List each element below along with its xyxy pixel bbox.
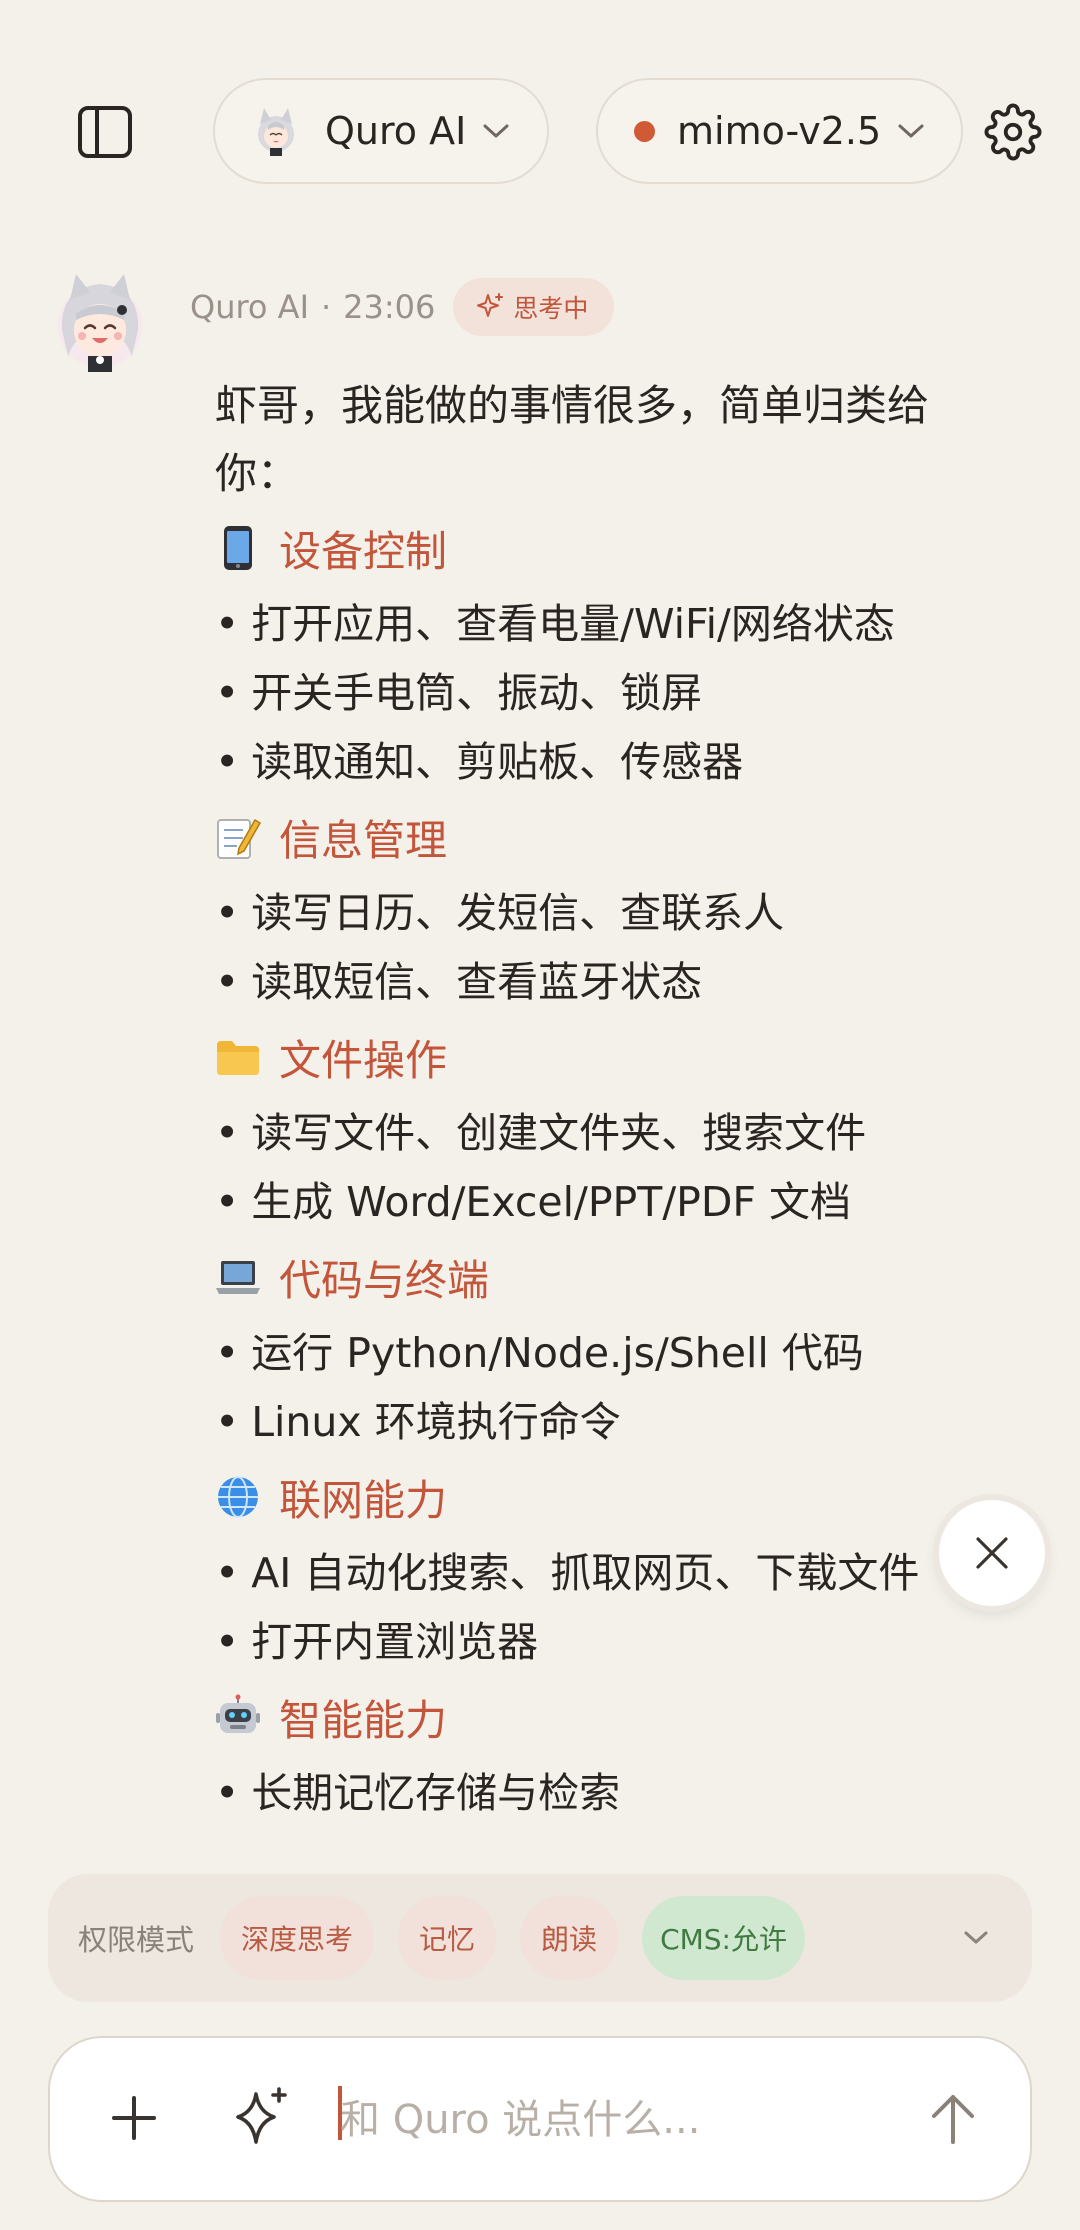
chevron-down-icon: [897, 122, 925, 140]
list-item-text: 打开应用、查看电量/WiFi/网络状态: [251, 600, 895, 648]
message-body: 虾哥，我能做的事情很多，简单归类给你： 设备控制 • 打开应用、查看电量/WiFi/…: [215, 372, 975, 1828]
message-input[interactable]: [340, 2078, 860, 2162]
memo-icon: [215, 814, 261, 860]
section-heading: 智能能力: [215, 1685, 975, 1749]
sparkle-icon: [236, 2087, 287, 2144]
options-bar: 权限模式 深度思考 记忆 朗读 CMS:允许: [48, 1874, 1032, 2002]
settings-button[interactable]: [984, 103, 1042, 161]
list-item: • 运行 Python/Node.js/Shell 代码: [215, 1319, 975, 1388]
chevron-down-icon: [964, 1931, 988, 1944]
sidebar-toggle-button[interactable]: [76, 103, 134, 161]
list-item: • 读写日历、发短信、查联系人: [215, 879, 975, 948]
section-heading: 文件操作: [215, 1025, 975, 1089]
list-item: • 长期记忆存储与检索: [215, 1759, 975, 1828]
plus-icon: [112, 2096, 156, 2140]
list-item: • 读取通知、剪贴板、传感器: [215, 728, 975, 797]
message-meta: Quro AI · 23:06 思考中: [190, 278, 615, 336]
agent-avatar: [258, 108, 294, 156]
section-heading: 联网能力: [215, 1465, 975, 1529]
list-item: • 打开内置浏览器: [215, 1608, 975, 1677]
capability-sections: 设备控制 • 打开应用、查看电量/WiFi/网络状态 • 开关手电筒、振动、锁屏 • 读取通…: [215, 516, 975, 1828]
list-item-text: 打开内置浏览器: [251, 1618, 539, 1666]
bullet-marker: •: [215, 600, 240, 648]
section-title: 智能能力: [279, 1695, 448, 1745]
agent-selector[interactable]: Quro AI: [213, 78, 549, 184]
laptop-icon: [215, 1254, 261, 1300]
section-heading: 设备控制: [215, 516, 975, 580]
assistant-avatar: [58, 274, 142, 372]
list-item: • 生成 Word/Excel/PPT/PDF 文档: [215, 1168, 975, 1237]
list-item-text: 长期记忆存储与检索: [251, 1769, 621, 1817]
list-item: • 读写文件、创建文件夹、搜索文件: [215, 1099, 975, 1168]
list-item-text: 读写日历、发短信、查联系人: [251, 889, 785, 937]
chip-memory[interactable]: 记忆: [398, 1896, 497, 1980]
section-title: 信息管理: [279, 815, 448, 865]
list-item-text: 读取短信、查看蓝牙状态: [251, 958, 703, 1006]
bullet-marker: •: [215, 1178, 240, 1226]
status-badge-label: 思考中: [513, 294, 589, 323]
status-badge: 思考中: [453, 278, 615, 336]
ai-tools-button[interactable]: [228, 2084, 294, 2150]
section-heading: 信息管理: [215, 805, 975, 869]
list-item: • 读取短信、查看蓝牙状态: [215, 948, 975, 1017]
section-title: 设备控制: [279, 526, 448, 576]
chip-deep-thinking[interactable]: 深度思考: [220, 1896, 375, 1980]
section-title: 代码与终端: [279, 1255, 490, 1305]
bullet-marker: •: [215, 1329, 240, 1377]
bullet-marker: •: [215, 738, 240, 786]
chip-cms-allow[interactable]: CMS:允许: [642, 1896, 805, 1980]
bullet-marker: •: [215, 1398, 240, 1446]
expand-options-button[interactable]: [956, 1918, 996, 1958]
model-status-dot: [634, 120, 655, 142]
list-item-text: AI 自动化搜索、抓取网页、下载文件: [251, 1549, 920, 1597]
list-item-text: 读写文件、创建文件夹、搜索文件: [251, 1109, 867, 1157]
section-title: 联网能力: [279, 1475, 448, 1525]
chevron-down-icon: [482, 122, 510, 140]
meta-separator: ·: [321, 288, 332, 326]
bullet-marker: •: [215, 1109, 240, 1157]
bullet-marker: •: [215, 1769, 240, 1817]
list-item: • 开关手电筒、振动、锁屏: [215, 659, 975, 728]
list-item-text: Linux 环境执行命令: [251, 1398, 621, 1446]
chip-read-aloud[interactable]: 朗读: [520, 1896, 619, 1980]
model-selector[interactable]: mimo-v2.5: [596, 78, 963, 184]
close-button[interactable]: [939, 1500, 1045, 1606]
close-icon: [976, 1537, 1008, 1569]
model-name: mimo-v2.5: [677, 109, 882, 153]
send-button[interactable]: [922, 2088, 984, 2150]
mobile-phone-icon: [215, 525, 261, 571]
gear-icon: [984, 103, 1042, 161]
sparkle-icon: [477, 293, 504, 317]
bullet-marker: •: [215, 958, 240, 1006]
list-item-text: 生成 Word/Excel/PPT/PDF 文档: [251, 1178, 852, 1226]
message-time: 23:06: [343, 288, 436, 326]
list-item: • Linux 环境执行命令: [215, 1388, 975, 1457]
sidebar-icon: [78, 106, 132, 158]
composer: [48, 2036, 1032, 2202]
permission-mode-label[interactable]: 权限模式: [78, 1917, 194, 1959]
bullet-marker: •: [215, 1618, 240, 1666]
list-item: • 打开应用、查看电量/WiFi/网络状态: [215, 590, 975, 659]
section-heading: 代码与终端: [215, 1245, 975, 1309]
folder-icon: [215, 1034, 261, 1080]
list-item: • AI 自动化搜索、抓取网页、下载文件: [215, 1539, 975, 1608]
message-intro: 虾哥，我能做的事情很多，简单归类给你：: [215, 381, 930, 498]
list-item-text: 开关手电筒、振动、锁屏: [251, 669, 703, 717]
bullet-marker: •: [215, 1549, 240, 1597]
agent-name: Quro AI: [325, 109, 467, 153]
bullet-marker: •: [215, 889, 240, 937]
globe-icon: [215, 1474, 261, 1520]
list-item-text: 运行 Python/Node.js/Shell 代码: [251, 1329, 864, 1377]
list-item-text: 读取通知、剪贴板、传感器: [251, 738, 744, 786]
attach-button[interactable]: [104, 2088, 164, 2148]
bullet-marker: •: [215, 669, 240, 717]
robot-icon: [215, 1694, 261, 1740]
message-author: Quro AI: [190, 288, 309, 326]
section-title: 文件操作: [279, 1035, 448, 1085]
arrow-up-icon: [932, 2095, 974, 2144]
